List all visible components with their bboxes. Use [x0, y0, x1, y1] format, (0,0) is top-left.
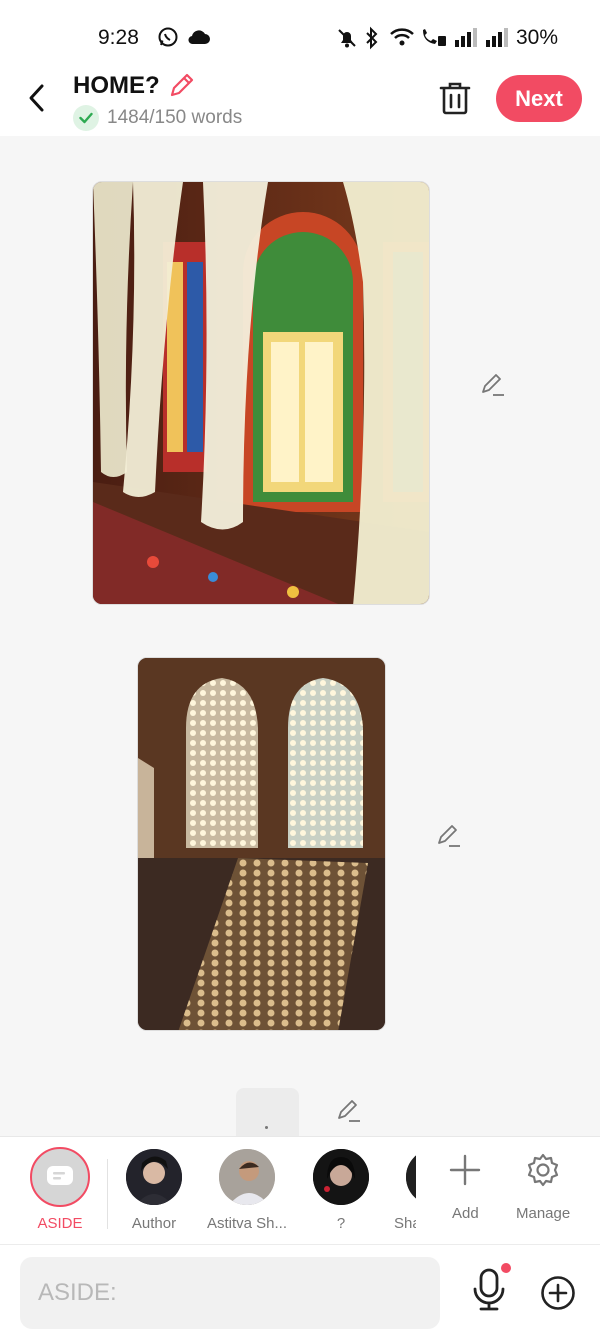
edit-image-icon[interactable]: [480, 372, 506, 403]
microphone-icon: [473, 1268, 505, 1311]
add-character-button[interactable]: Add: [440, 1137, 490, 1245]
sha-avatar: [406, 1149, 416, 1205]
edit-image-icon-2[interactable]: [436, 823, 462, 854]
character-label: Astitva Sh...: [206, 1215, 288, 1232]
jali-lattice-windows-picture: [138, 658, 385, 1030]
edit-title-icon[interactable]: [167, 70, 197, 105]
gear-icon: [527, 1153, 559, 1187]
character-aside[interactable]: ASIDE: [30, 1137, 90, 1245]
whatsapp-icon: [157, 26, 179, 53]
author-avatar: [126, 1149, 182, 1205]
character-sha[interactable]: Sha: [392, 1137, 416, 1245]
character-label: ASIDE: [37, 1215, 83, 1232]
astitva-avatar: [219, 1149, 275, 1205]
word-count: 1484/150 words: [107, 107, 243, 128]
character-label: Author: [131, 1215, 177, 1232]
stained-glass-windows-image[interactable]: [92, 181, 430, 605]
next-button[interactable]: Next: [496, 75, 582, 122]
microphone-button[interactable]: [470, 1267, 508, 1318]
aside-input[interactable]: [20, 1257, 440, 1329]
manage-characters-button[interactable]: Manage: [512, 1137, 576, 1245]
add-content-button[interactable]: [540, 1275, 576, 1316]
signal-icon: [453, 28, 479, 53]
trash-icon: [439, 82, 471, 115]
aside-avatar: [30, 1147, 90, 1207]
edit-block-icon[interactable]: [336, 1098, 362, 1129]
editor-header: HOME? 1484/150 words Next: [0, 66, 600, 136]
stained-glass-windows-picture: [93, 182, 429, 604]
character-label: ?: [336, 1215, 346, 1232]
chat-bubble-icon: [47, 1166, 73, 1185]
document-title[interactable]: HOME?: [73, 72, 160, 100]
character-label: Sha: [394, 1215, 416, 1232]
character-unknown[interactable]: ?: [312, 1137, 370, 1245]
status-time: 9:28: [98, 26, 139, 49]
delete-button[interactable]: [438, 80, 472, 121]
text-block[interactable]: [236, 1088, 299, 1136]
unknown-avatar: [313, 1149, 369, 1205]
cursor-dot: [265, 1126, 268, 1129]
divider: [107, 1159, 108, 1229]
status-bar: 9:28 30%: [0, 0, 600, 66]
signal-icon-2: [484, 28, 510, 53]
editor-content[interactable]: [0, 136, 600, 1136]
wifi-calling-icon: [420, 26, 448, 53]
check-icon: [73, 105, 99, 131]
jali-lattice-windows-image[interactable]: [137, 657, 386, 1031]
plus-icon: [449, 1154, 481, 1186]
mute-icon: [336, 27, 358, 54]
back-button[interactable]: [20, 78, 54, 118]
recording-indicator-dot: [501, 1263, 511, 1273]
plus-circle-icon: [541, 1276, 575, 1310]
bluetooth-icon: [364, 26, 380, 55]
wifi-icon: [389, 26, 415, 53]
manage-label: Manage: [516, 1205, 571, 1222]
cloud-icon: [187, 29, 211, 50]
battery-level: 30%: [516, 26, 559, 49]
character-astitva[interactable]: Astitva Sh...: [204, 1137, 290, 1245]
character-author[interactable]: Author: [120, 1137, 188, 1245]
add-label: Add: [452, 1205, 479, 1222]
character-bar: ASIDE Author Astitva Sh... ? Sha Add: [0, 1136, 600, 1244]
back-arrow-icon: [29, 84, 44, 112]
input-bar: [0, 1244, 600, 1340]
